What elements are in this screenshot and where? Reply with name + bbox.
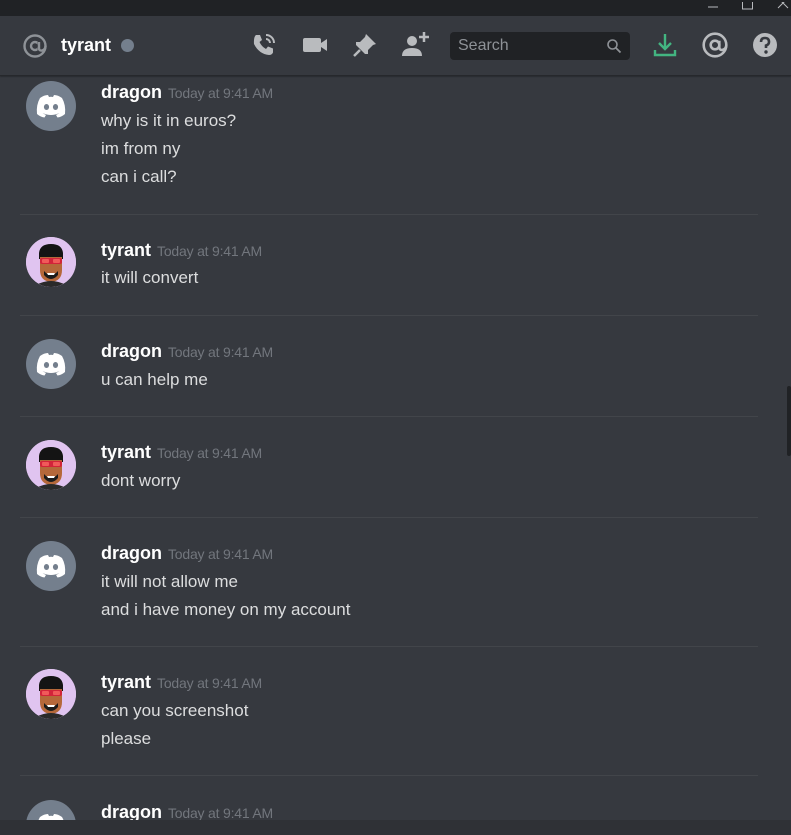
user-avatar-icon <box>26 669 76 719</box>
scrollbar-thumb[interactable] <box>787 386 791 456</box>
channel-header: tyrant <box>0 16 791 76</box>
message-text: can you screenshot <box>101 701 249 720</box>
message-timestamp: Today at 9:41 AM <box>168 85 273 101</box>
search-box[interactable] <box>450 32 630 60</box>
avatar[interactable] <box>26 237 76 287</box>
discord-logo-icon <box>36 95 66 118</box>
message-author[interactable]: tyrant Today at 9:41 AM <box>101 442 262 463</box>
message-text: u can help me <box>101 370 208 389</box>
message-timestamp: Today at 9:41 AM <box>168 546 273 562</box>
message-author[interactable]: dragon Today at 9:41 AM <box>101 82 273 103</box>
message-timestamp: Today at 9:41 AM <box>157 243 262 259</box>
message-text: im from ny <box>101 139 181 158</box>
at-sign-icon <box>23 34 47 58</box>
message-author[interactable]: tyrant Today at 9:41 AM <box>101 672 262 693</box>
window-titlebar <box>0 0 791 16</box>
pinned-messages-button[interactable] <box>350 30 380 60</box>
message-timestamp: Today at 9:41 AM <box>157 675 262 691</box>
search-input[interactable] <box>450 32 600 60</box>
message-text: and i have money on my account <box>101 600 351 619</box>
discord-logo-icon <box>38 814 64 820</box>
avatar[interactable] <box>26 339 76 389</box>
user-avatar-icon <box>26 440 76 490</box>
avatar[interactable] <box>26 800 76 820</box>
download-icon <box>653 34 677 57</box>
message-divider <box>20 646 758 647</box>
download-button[interactable] <box>650 30 680 60</box>
message-input-area <box>0 820 791 835</box>
minimize-icon <box>708 6 718 8</box>
add-friend-icon <box>402 32 429 56</box>
message-divider <box>20 517 758 518</box>
message-divider <box>20 775 758 776</box>
message-author[interactable]: dragon Today at 9:41 AM <box>101 341 273 362</box>
maximize-icon <box>742 2 753 10</box>
minimize-button[interactable] <box>702 0 724 16</box>
avatar[interactable] <box>26 541 76 591</box>
close-icon <box>777 2 789 9</box>
message-divider <box>20 214 758 215</box>
phone-call-icon <box>253 34 275 55</box>
message-divider <box>20 416 758 417</box>
discord-logo-icon <box>36 353 66 376</box>
message-text: can i call? <box>101 167 177 186</box>
discord-logo-icon <box>36 555 66 578</box>
message-text: dont worry <box>101 471 181 490</box>
close-button[interactable] <box>772 0 791 16</box>
video-call-button[interactable] <box>300 30 330 60</box>
message-text: it will convert <box>101 268 199 287</box>
maximize-button[interactable] <box>736 0 758 16</box>
message-text: why is it in euros? <box>101 111 237 130</box>
message-author[interactable]: dragon Today at 9:41 AM <box>101 543 273 564</box>
message-timestamp: Today at 9:41 AM <box>157 445 262 461</box>
search-icon <box>607 39 622 54</box>
voice-call-button[interactable] <box>249 30 279 60</box>
message-divider <box>20 315 758 316</box>
mentions-button[interactable] <box>700 30 730 60</box>
user-avatar-icon <box>26 237 76 287</box>
add-friend-button[interactable] <box>400 30 430 60</box>
help-button[interactable] <box>750 30 780 60</box>
channel-name: tyrant <box>61 35 112 55</box>
message-text: please <box>101 729 152 748</box>
message-author[interactable]: dragon Today at 9:41 AM <box>101 802 273 820</box>
message-author[interactable]: tyrant Today at 9:41 AM <box>101 240 262 261</box>
status-indicator <box>121 39 134 52</box>
avatar[interactable] <box>26 81 76 131</box>
message-timestamp: Today at 9:41 AM <box>168 805 273 820</box>
message-timestamp: Today at 9:41 AM <box>168 344 273 360</box>
message-list: dragon Today at 9:41 AM why is it in euro… <box>0 77 787 820</box>
help-icon <box>753 33 777 57</box>
mentions-icon <box>702 32 728 58</box>
message-text: it will not allow me <box>101 572 238 591</box>
video-call-icon <box>303 38 327 52</box>
pin-icon <box>353 34 376 57</box>
avatar[interactable] <box>26 669 76 719</box>
avatar[interactable] <box>26 440 76 490</box>
